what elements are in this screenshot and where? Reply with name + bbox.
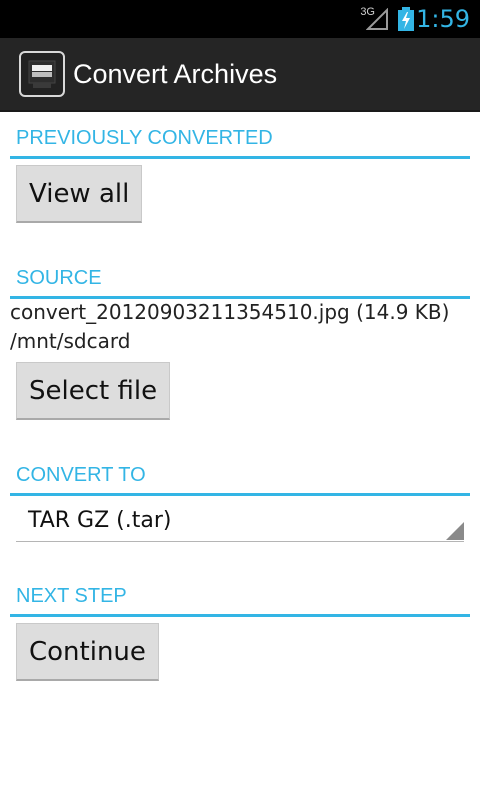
dropdown-arrow-icon bbox=[446, 522, 464, 540]
section-label: NEXT STEP bbox=[16, 585, 127, 607]
section-label: CONVERT TO bbox=[16, 464, 146, 486]
section-header-next-step: NEXT STEP bbox=[10, 576, 470, 617]
archive-app-icon[interactable] bbox=[19, 51, 65, 97]
section-header-previously-converted: PREVIOUSLY CONVERTED bbox=[10, 118, 470, 159]
action-bar: Convert Archives bbox=[0, 38, 480, 112]
signal-icon bbox=[366, 8, 388, 30]
archive-app-icon-graphic bbox=[28, 60, 56, 88]
source-file-info: convert_20120903211354510.jpg (14.9 KB) bbox=[10, 300, 450, 324]
format-spinner-value: TAR GZ (.tar) bbox=[28, 508, 172, 533]
clock: 1:59 bbox=[416, 5, 470, 33]
format-spinner[interactable]: TAR GZ (.tar) bbox=[16, 502, 464, 542]
app-title: Convert Archives bbox=[73, 59, 278, 89]
section-header-source: SOURCE bbox=[10, 258, 470, 299]
section-label: SOURCE bbox=[16, 267, 102, 289]
section-label: PREVIOUSLY CONVERTED bbox=[16, 127, 273, 149]
section-header-convert-to: CONVERT TO bbox=[10, 455, 470, 496]
view-all-button[interactable]: View all bbox=[16, 165, 143, 223]
status-bar: 3G 1:59 bbox=[0, 0, 480, 38]
continue-button[interactable]: Continue bbox=[16, 623, 159, 681]
select-file-button[interactable]: Select file bbox=[16, 362, 171, 420]
source-path: /mnt/sdcard bbox=[10, 329, 131, 353]
battery-charging-icon bbox=[398, 7, 414, 31]
